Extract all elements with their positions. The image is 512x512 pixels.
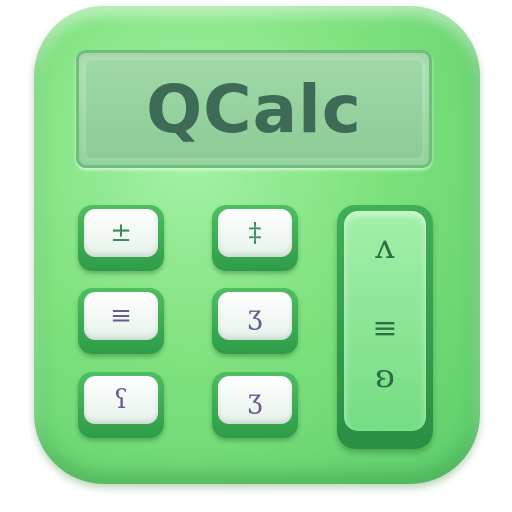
display-panel: QCalc [86, 60, 422, 158]
tall-key-top-glyph: ʌ [375, 227, 395, 267]
key-glyph: ʕ [114, 385, 128, 415]
key-2[interactable]: ‡ [212, 205, 298, 271]
key-face: ʒ [218, 376, 292, 424]
tall-key-bottom-glyph: ʚ [375, 357, 395, 395]
key-face: ʒ [218, 292, 292, 340]
key-4[interactable]: ʒ [212, 288, 298, 354]
key-glyph: ‡ [248, 218, 262, 248]
display-text: QCalc [146, 70, 362, 148]
key-6[interactable]: ʒ [212, 372, 298, 438]
key-glyph: ± [110, 218, 132, 248]
tall-key-face: ʌ ≡ ʚ [344, 211, 426, 431]
key-glyph: ʒ [247, 301, 263, 331]
key-face: ≡ [84, 292, 158, 340]
key-face: ± [84, 209, 158, 257]
calculator-display: QCalc [76, 50, 432, 168]
key-1[interactable]: ± [78, 205, 164, 271]
key-face: ‡ [218, 209, 292, 257]
key-glyph: ≡ [110, 301, 132, 331]
key-3[interactable]: ≡ [78, 288, 164, 354]
tall-key-mid-glyph: ≡ [372, 311, 398, 346]
key-face: ʕ [84, 376, 158, 424]
key-glyph: ʒ [247, 385, 263, 415]
key-5[interactable]: ʕ [78, 372, 164, 438]
tall-equals-key[interactable]: ʌ ≡ ʚ [337, 205, 433, 449]
